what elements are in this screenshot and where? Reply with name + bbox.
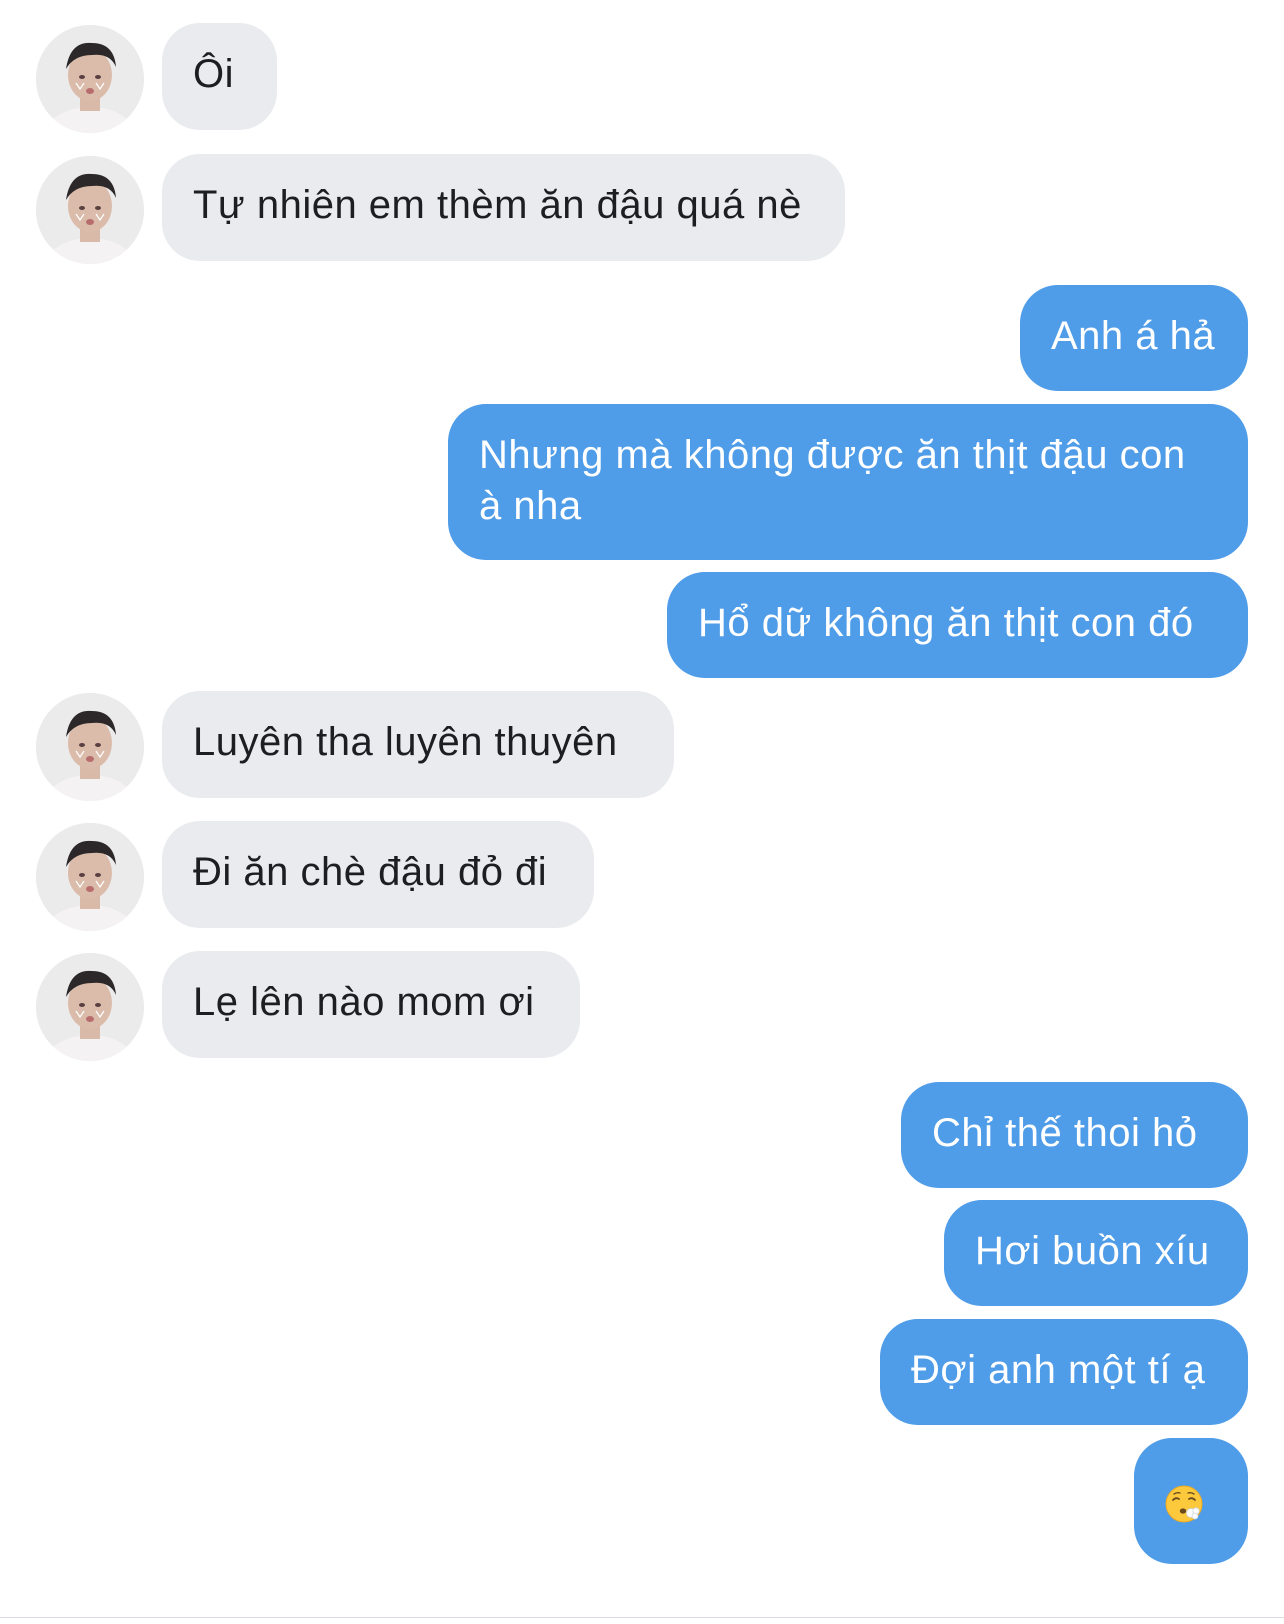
message-text: Luyên tha luyên thuyên [193,720,618,764]
message-bubble-outgoing[interactable]: Hơi buồn xíu [944,1200,1248,1306]
message-bubble-outgoing[interactable]: Đợi anh một tí ạ [880,1319,1248,1425]
user-photo-avatar-icon [36,25,144,133]
message-bubble-incoming[interactable]: Đi ăn chè đậu đỏ đi [162,821,594,928]
message-row-outgoing: Chỉ thế thoi hỏ [0,1082,1284,1188]
user-photo-avatar-icon [36,823,144,931]
message-row-incoming: Lẹ lên nào mom ơi [0,950,1284,1061]
message-row-outgoing: Hơi buồn xíu [0,1200,1284,1306]
user-photo-avatar-icon [36,156,144,264]
message-row-outgoing: Anh á hả [0,285,1284,391]
message-text: Anh á hả [1051,314,1216,358]
message-bubble-incoming[interactable]: Tự nhiên em thèm ăn đậu quá nè [162,154,845,261]
message-bubble-incoming[interactable]: Luyên tha luyên thuyên [162,691,674,798]
message-row-outgoing: Hổ dữ không ăn thịt con đó [0,572,1284,678]
avatar[interactable] [36,25,144,133]
avatar[interactable] [36,823,144,931]
message-bubble-incoming[interactable]: Ôi [162,23,277,130]
message-text: Chỉ thế thoi hỏ [932,1111,1198,1155]
message-row-incoming: Đi ăn chè đậu đỏ đi [0,820,1284,931]
user-photo-avatar-icon [36,693,144,801]
message-bubble-outgoing[interactable]: Nhưng mà không được ăn thịt đậu con à nh… [448,404,1248,560]
avatar[interactable] [36,156,144,264]
avatar[interactable] [36,693,144,801]
message-thread[interactable]: Ôi Tự nhiên em thèm ăn đậu quá nè Anh á … [0,0,1284,1624]
face-exhaling-emoji-icon [1165,1485,1203,1523]
message-bubble-outgoing[interactable]: Anh á hả [1020,285,1248,391]
message-text: Lẹ lên nào mom ơi [193,980,535,1024]
message-text: Đi ăn chè đậu đỏ đi [193,850,548,894]
message-bubble-outgoing[interactable]: Chỉ thế thoi hỏ [901,1082,1248,1188]
message-row-outgoing: Đợi anh một tí ạ [0,1319,1284,1425]
message-text: Đợi anh một tí ạ [911,1348,1206,1392]
message-bubble-outgoing[interactable]: Hổ dữ không ăn thịt con đó [667,572,1248,678]
message-bubble-incoming[interactable]: Lẹ lên nào mom ơi [162,951,580,1058]
message-text: Nhưng mà không được ăn thịt đậu con à nh… [479,433,1186,528]
message-text: Hơi buồn xíu [975,1229,1210,1273]
message-text: Tự nhiên em thèm ăn đậu quá nè [193,183,802,227]
avatar[interactable] [36,953,144,1061]
message-row-incoming: Luyên tha luyên thuyên [0,690,1284,801]
message-row-incoming: Ôi [0,22,1284,133]
divider [0,1617,1284,1618]
message-bubble-outgoing[interactable] [1134,1438,1248,1564]
message-text: Hổ dữ không ăn thịt con đó [698,601,1194,645]
message-text: Ôi [193,52,234,96]
user-photo-avatar-icon [36,953,144,1061]
message-row-outgoing [0,1438,1284,1564]
message-row-outgoing: Nhưng mà không được ăn thịt đậu con à nh… [0,404,1284,560]
message-row-incoming: Tự nhiên em thèm ăn đậu quá nè [0,153,1284,264]
